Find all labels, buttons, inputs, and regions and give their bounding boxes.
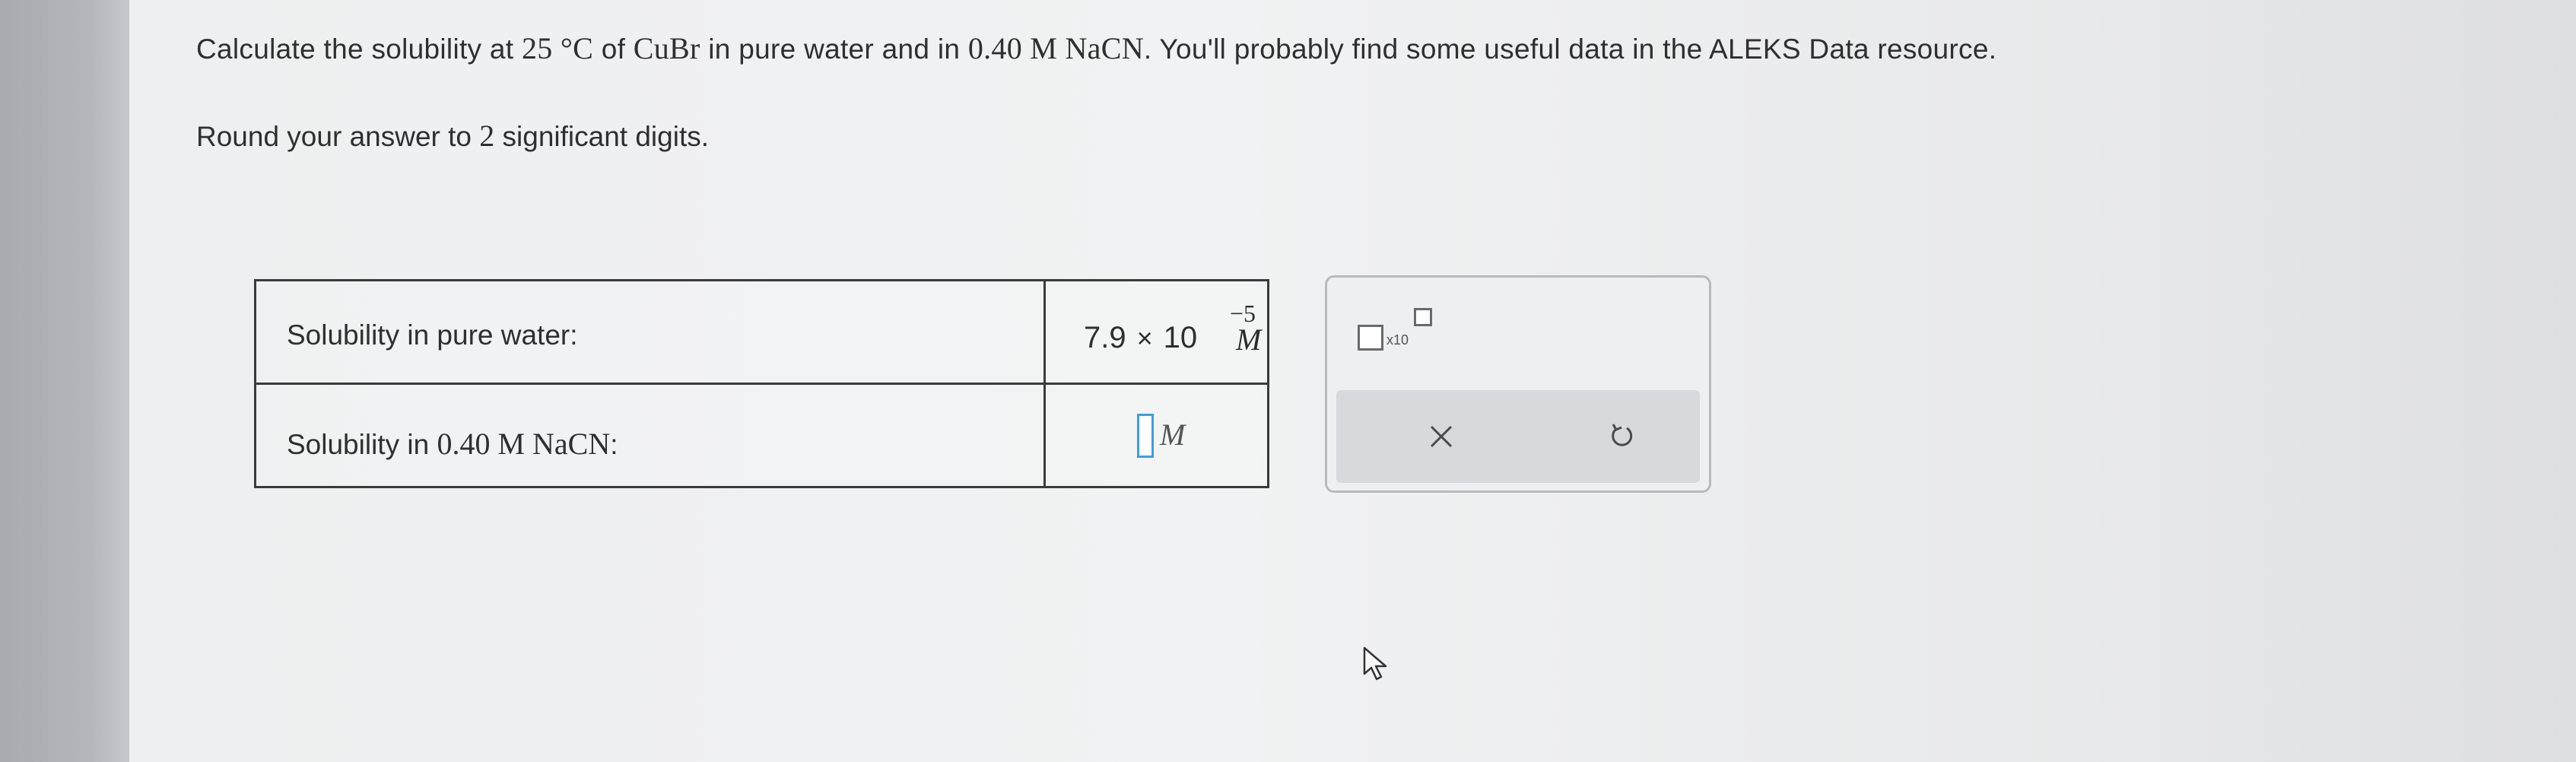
value-times: × (1136, 322, 1153, 354)
mouse-pointer-icon (1363, 646, 1387, 681)
unit-molar: M (1236, 322, 1262, 357)
undo-icon (1612, 424, 1633, 446)
exponent-box-icon (1414, 308, 1432, 326)
solubility-nacn-input[interactable] (1137, 414, 1154, 458)
row-label-nacn: Solubility in 0.40 M NaCN: (287, 426, 618, 462)
row-label-prefix: Solubility in (287, 429, 437, 460)
screen-bezel (0, 0, 129, 762)
question-compound: CuBr (633, 31, 700, 65)
question-text: Calculate the solubility at 25 °C of CuB… (196, 30, 1996, 66)
toolbar-action-bar (1336, 390, 1700, 483)
rounding-prefix: Round your answer to (196, 121, 480, 152)
value-mantissa: 7.9 (1084, 321, 1126, 354)
row-label-pure-water: Solubility in pure water: (287, 319, 578, 351)
rounding-suffix: significant digits. (494, 121, 710, 152)
clear-button[interactable] (1416, 411, 1466, 462)
math-toolbar: x10 (1325, 275, 1711, 493)
mantissa-box-icon (1358, 325, 1383, 351)
row-label-concentration: 0.40 M NaCN (437, 427, 611, 461)
table-row-nacn: Solubility in 0.40 M NaCN: M (256, 385, 1267, 488)
question-concentration: 0.40 M NaCN (967, 31, 1144, 65)
rounding-instruction: Round your answer to 2 significant digit… (196, 118, 709, 154)
question-ending: . You'll probably find some useful data … (1143, 33, 1997, 65)
row-label-suffix: : (610, 429, 618, 460)
answer-table: Solubility in pure water: 7.9 × 10 −5 M So… (254, 279, 1269, 488)
unit-molar: M (1160, 418, 1186, 452)
close-icon (1430, 425, 1453, 448)
question-middle: in pure water and in (700, 33, 968, 65)
question-temperature: 25 °C (521, 31, 594, 65)
rounding-digits: 2 (479, 119, 495, 153)
answer-value-pure-water: 7.9 × 10 −5 (1084, 300, 1256, 355)
undo-button[interactable] (1597, 411, 1647, 462)
x10-label: x10 (1386, 332, 1409, 348)
answer-cell-nacn: M (1046, 385, 1269, 488)
value-base: 10 (1163, 321, 1198, 354)
answer-cell-pure-water[interactable]: 7.9 × 10 −5 M (1046, 281, 1269, 385)
question-intro: Calculate the solubility at (196, 33, 522, 65)
scientific-notation-button[interactable]: x10 (1358, 308, 1434, 354)
question-of: of (593, 33, 634, 65)
table-row-pure-water: Solubility in pure water: 7.9 × 10 −5 M (256, 281, 1267, 385)
